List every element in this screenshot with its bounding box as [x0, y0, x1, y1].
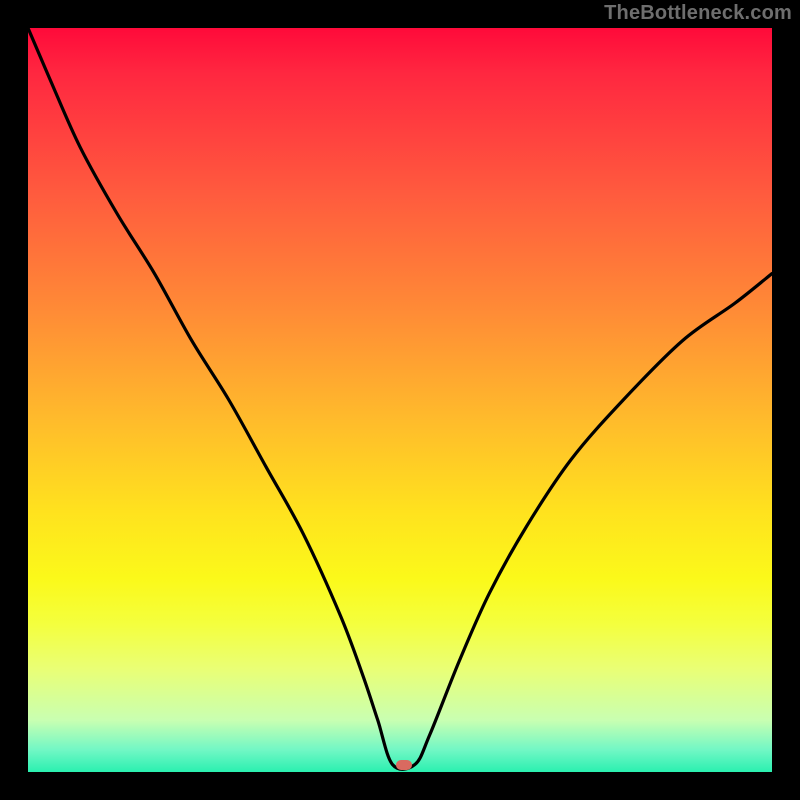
plot-area — [28, 28, 772, 772]
chart-frame: TheBottleneck.com — [0, 0, 800, 800]
watermark-text: TheBottleneck.com — [604, 2, 792, 25]
optimum-marker — [396, 760, 412, 770]
curve-path — [28, 28, 772, 769]
bottleneck-curve — [28, 28, 772, 772]
